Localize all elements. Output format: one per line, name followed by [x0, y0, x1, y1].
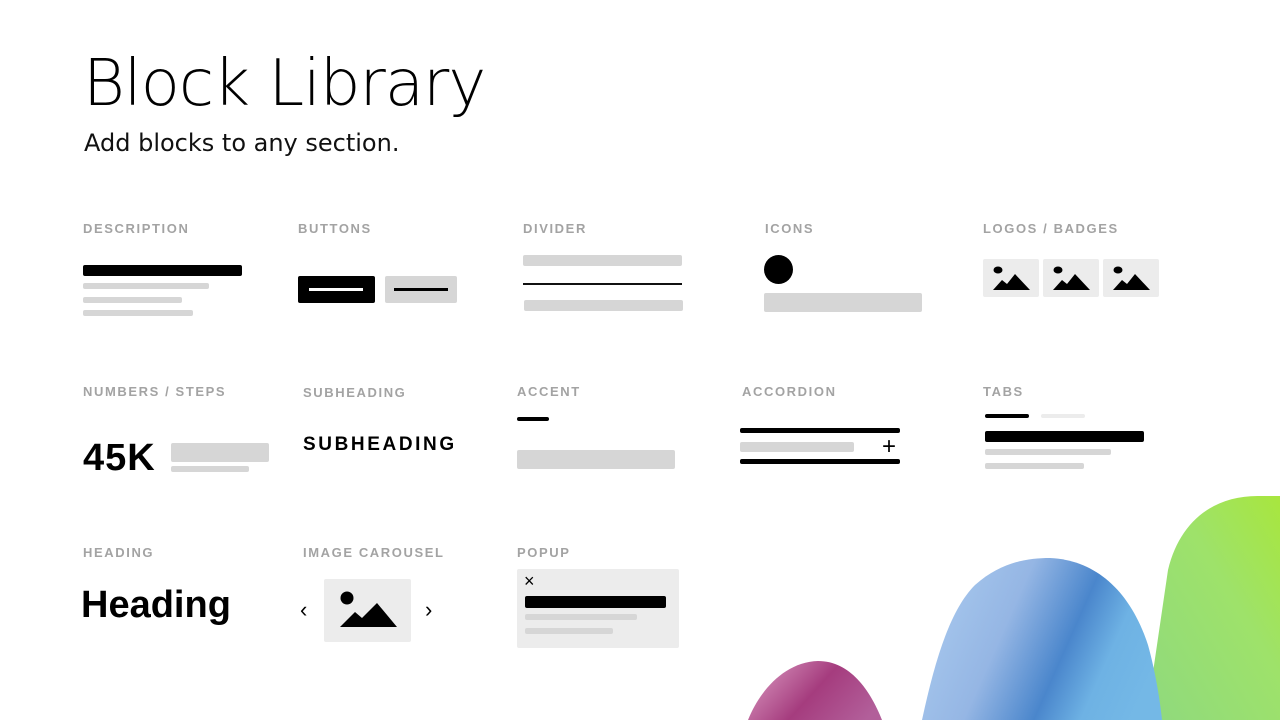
decorative-blobs — [748, 495, 1280, 720]
pink-blob — [748, 661, 882, 720]
blue-blob — [922, 558, 1162, 720]
green-blob — [1146, 495, 1280, 720]
